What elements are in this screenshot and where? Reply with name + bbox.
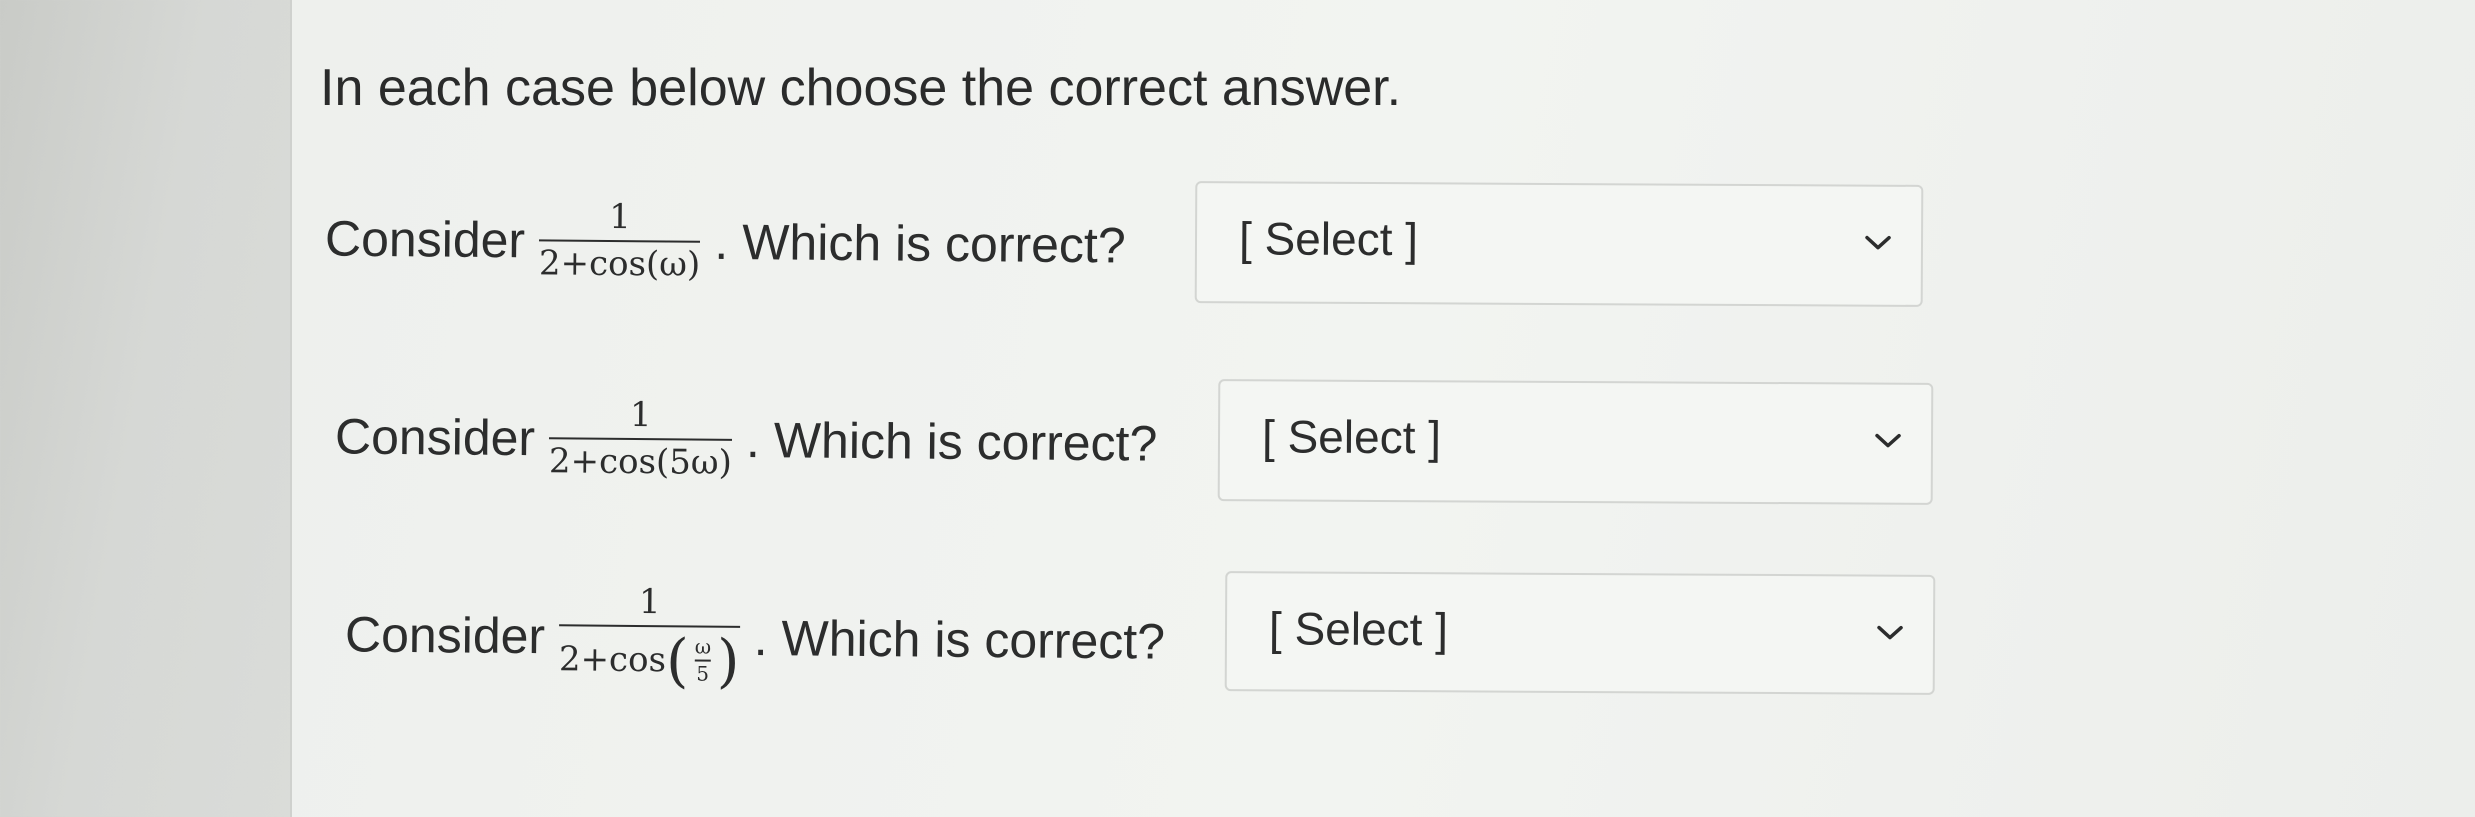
question-3-numerator: 1	[638, 581, 661, 623]
chevron-down-icon	[1865, 235, 1891, 250]
question-3-denominator: 2+cos ( ω 5 )	[558, 626, 740, 696]
question-2-answer-select[interactable]: [ Select ]	[1217, 379, 1934, 505]
question-3-select-value: [ Select ]	[1268, 602, 1449, 656]
question-2-prefix: Consider	[334, 408, 536, 467]
question-2-denominator: 2+cos(5ω)	[548, 441, 733, 484]
question-3-prefix: Consider	[344, 606, 546, 664]
left-paren: (	[665, 626, 689, 695]
question-3-inner-numerator: ω	[694, 634, 712, 660]
question-1-fraction: 1 2+cos(ω)	[538, 196, 701, 286]
question-2-select-value: [ Select ]	[1261, 410, 1442, 464]
question-1-numerator: 1	[608, 196, 631, 238]
question-3-denominator-prefix: 2+cos	[558, 638, 667, 680]
right-paren: )	[716, 627, 740, 696]
instructions-text: In each case below choose the correct an…	[320, 59, 1402, 117]
question-3-suffix: . Which is correct?	[753, 609, 1166, 670]
question-1-denominator: 2+cos(ω)	[538, 243, 701, 286]
chevron-down-icon	[1875, 433, 1901, 448]
chevron-down-icon	[1877, 625, 1903, 640]
question-2-numerator: 1	[629, 394, 652, 436]
question-1: Consider 1 2+cos(ω) . Which is correct?	[325, 197, 1126, 289]
question-1-select-value: [ Select ]	[1238, 212, 1419, 266]
question-3-fraction: 1 2+cos ( ω 5 )	[558, 581, 741, 696]
question-3: Consider 1 2+cos ( ω 5 ) . Which is corr…	[344, 581, 1166, 696]
question-1-prefix: Consider	[324, 210, 526, 269]
question-3-inner-fraction: ω 5	[694, 634, 712, 686]
question-2: Consider 1 2+cos(5ω) . Which is correct?	[335, 394, 1158, 486]
question-3-inner-denominator: 5	[696, 661, 710, 686]
question-1-answer-select[interactable]: [ Select ]	[1194, 181, 1924, 307]
question-2-suffix: . Which is correct?	[745, 412, 1158, 472]
question-2-fraction: 1 2+cos(5ω)	[548, 394, 733, 484]
question-3-answer-select[interactable]: [ Select ]	[1224, 571, 1936, 695]
question-1-suffix: . Which is correct?	[714, 214, 1126, 274]
